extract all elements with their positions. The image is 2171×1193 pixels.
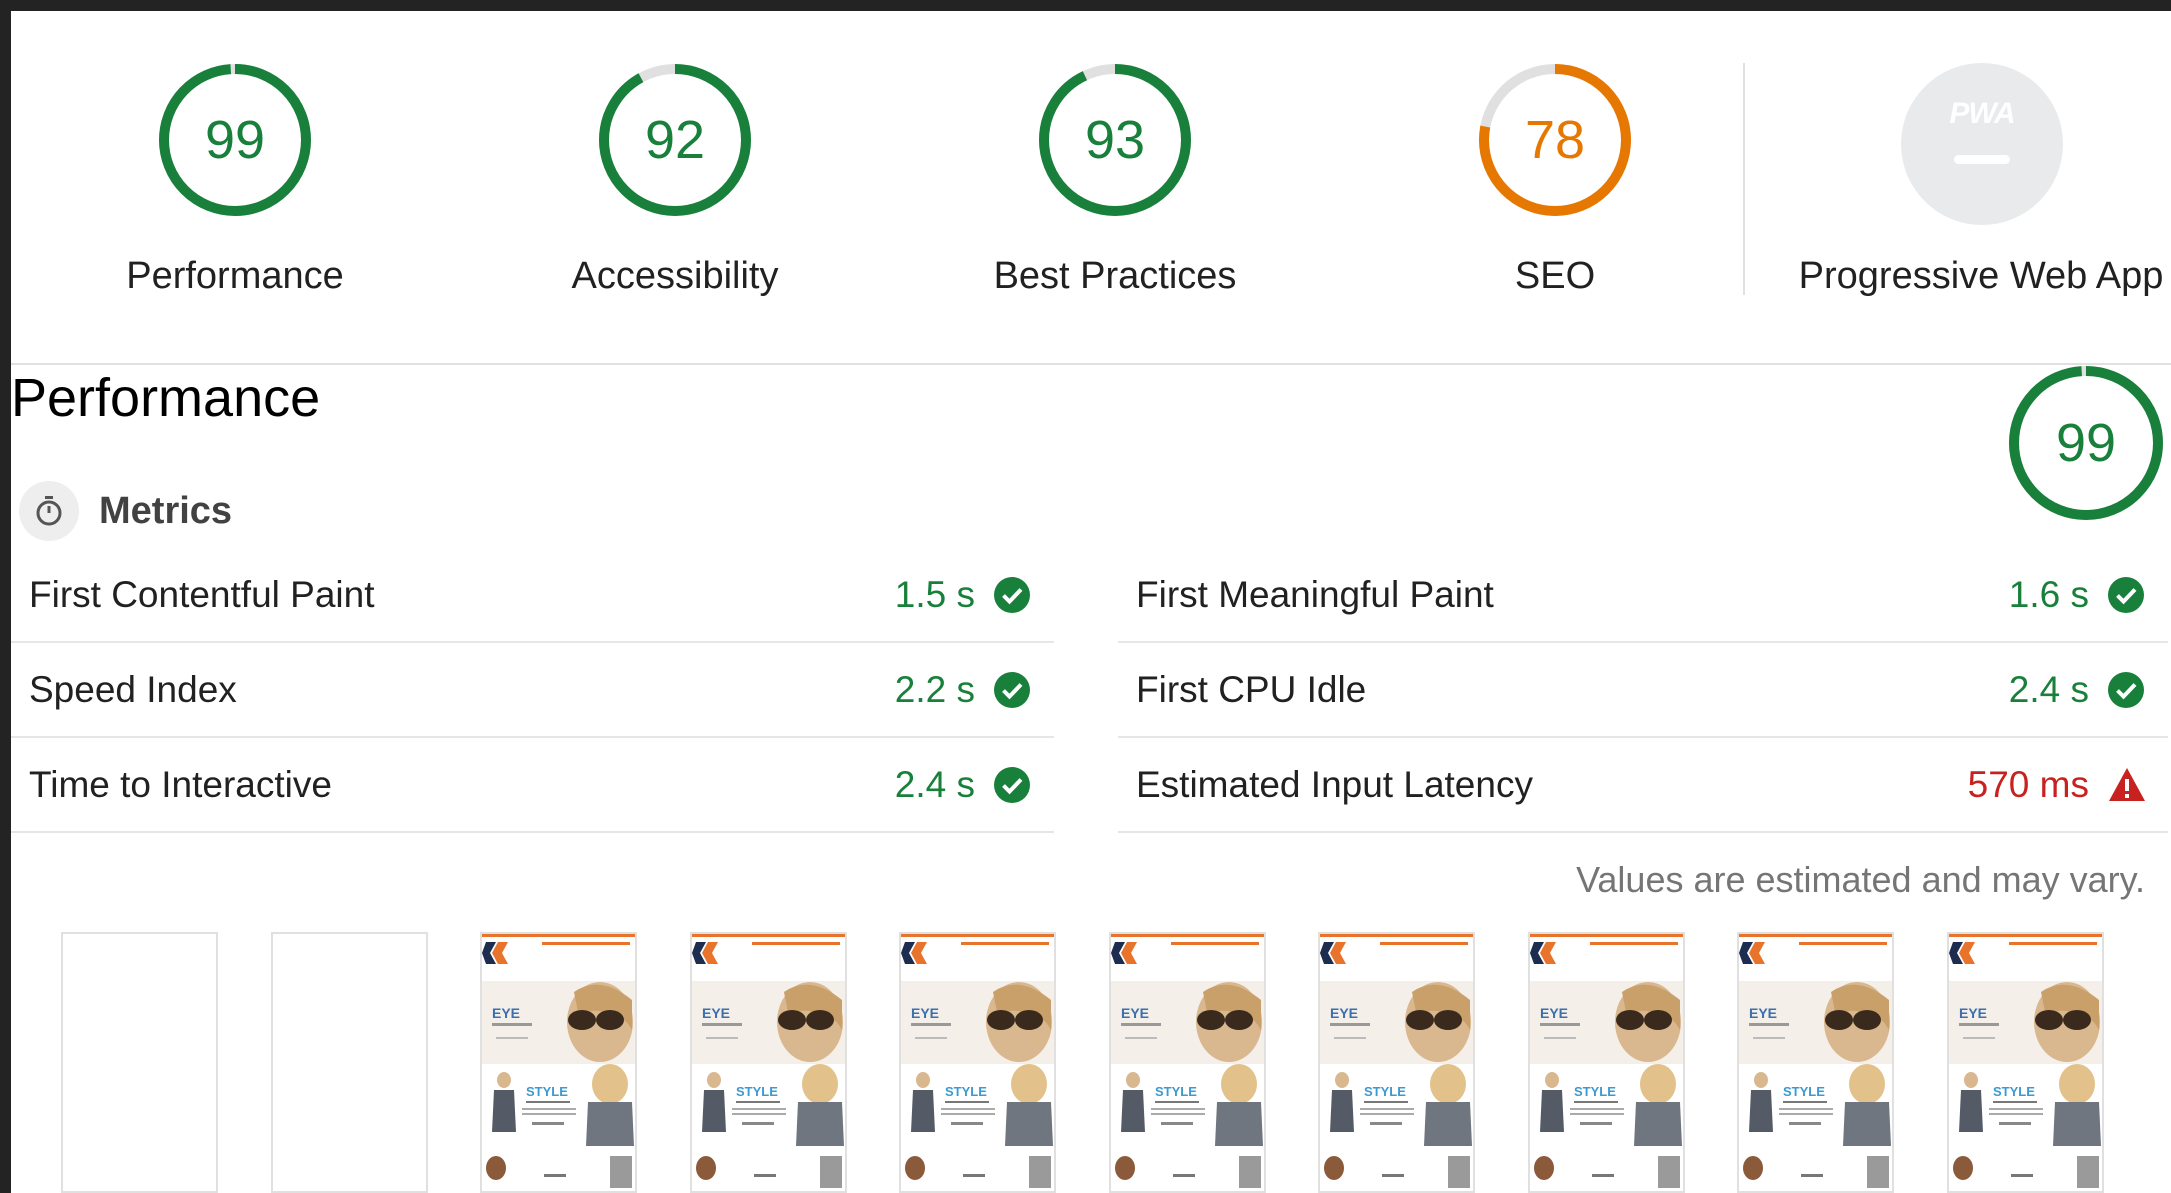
metric-label: Time to Interactive [29,764,332,805]
metric-time-to-interactive: Time to Interactive 2.4 s [11,738,1054,833]
stopwatch-icon [19,481,79,541]
svg-text:STYLE: STYLE [945,1084,987,1099]
svg-text:STYLE: STYLE [1574,1084,1616,1099]
metric-value: 1.5 s [894,574,975,615]
gauge-ring: 99 [158,63,312,217]
gauge-divider [1743,63,1745,295]
gauge-pwa[interactable]: PWA Progressive Web App [1755,63,2171,303]
filmstrip-frame: EYE STYLE [1737,932,1894,1193]
filmstrip-frame: EYE STYLE [899,932,1056,1193]
metric-value: 1.6 s [2008,574,2089,615]
filmstrip-frame: EYE STYLE [1528,932,1685,1193]
svg-text:STYLE: STYLE [1364,1084,1406,1099]
filmstrip: EYE STYLE EYE STYLE EYE STYLE EYE STYLE EYE STYLE… [61,932,2171,1193]
filmstrip-frame [271,932,428,1193]
filmstrip-frame: EYE STYLE [1109,932,1266,1193]
filmstrip-frame: EYE STYLE [690,932,847,1193]
check-icon [994,767,1030,803]
metric-label: First CPU Idle [1136,669,1367,710]
page-thumbnail: EYE STYLE [1320,934,1473,1188]
metric-label: First Meaningful Paint [1136,574,1494,615]
svg-text:EYE: EYE [1540,1005,1568,1021]
metric-label: Estimated Input Latency [1136,764,1533,805]
page-thumbnail: EYE STYLE [1949,934,2102,1188]
filmstrip-frame: EYE STYLE [1947,932,2104,1193]
svg-text:STYLE: STYLE [1783,1084,1825,1099]
svg-text:STYLE: STYLE [736,1084,778,1099]
gauge-score: 99 [2055,413,2117,473]
gauge-score: 99 [204,110,266,170]
section-title: Performance [11,368,321,428]
filmstrip-frame: EYE STYLE [1318,932,1475,1193]
gauge-ring: 93 [1038,63,1192,217]
svg-text:EYE: EYE [1330,1005,1358,1021]
svg-text:EYE: EYE [702,1005,730,1021]
warning-icon [2108,767,2145,803]
metric-estimated-input-latency: Estimated Input Latency 570 ms [1118,738,2168,833]
section-divider [11,363,2171,365]
svg-text:STYLE: STYLE [526,1084,568,1099]
metrics-title: Metrics [99,489,233,532]
svg-text:EYE: EYE [492,1005,520,1021]
gauge-performance[interactable]: 99 Performance [15,63,455,303]
metric-value: 2.2 s [894,669,975,710]
page-thumbnail: EYE STYLE [1530,934,1683,1188]
lighthouse-report: 99 Performance 92 Accessibility 93 Best … [11,11,2171,1193]
svg-text:STYLE: STYLE [1155,1084,1197,1099]
gauge-label: Best Practices [993,255,1237,297]
page-thumbnail: EYE STYLE [1111,934,1264,1188]
svg-text:EYE: EYE [1749,1005,1777,1021]
metric-label: Speed Index [29,669,237,710]
gauge-label: SEO [1514,255,1596,297]
svg-text:EYE: EYE [911,1005,939,1021]
gauge-accessibility[interactable]: 92 Accessibility [455,63,895,303]
check-icon [994,672,1030,708]
gauge-score: 78 [1524,110,1586,170]
svg-text:EYE: EYE [1959,1005,1987,1021]
gauge-score: 93 [1084,110,1146,170]
gauge-seo[interactable]: 78 SEO [1335,63,1775,303]
pwa-dash [1954,155,2010,164]
filmstrip-frame [61,932,218,1193]
metric-label: First Contentful Paint [29,574,375,615]
metric-first-contentful-paint: First Contentful Paint 1.5 s [11,548,1054,643]
pwa-badge-icon: PWA [1901,63,2063,225]
metrics-disclaimer: Values are estimated and may vary. [1576,859,2145,900]
metric-first-meaningful-paint: First Meaningful Paint 1.6 s [1118,548,2168,643]
metric-value: 570 ms [1967,764,2089,805]
gauge-ring: 78 [1478,63,1632,217]
filmstrip-frame: EYE STYLE [480,932,637,1193]
page-thumbnail: EYE STYLE [692,934,845,1188]
gauge-ring: 92 [598,63,752,217]
performance-score-gauge[interactable]: 99 [2008,365,2164,521]
check-icon [2108,672,2144,708]
page-thumbnail: EYE STYLE [482,934,635,1188]
svg-text:EYE: EYE [1121,1005,1149,1021]
metric-value: 2.4 s [894,764,975,805]
gauge-label: Performance [126,255,344,297]
check-icon [994,577,1030,613]
gauge-label: Accessibility [571,255,779,297]
check-icon [2108,577,2144,613]
gauge-score: 92 [644,110,706,170]
svg-text:STYLE: STYLE [1993,1084,2035,1099]
metrics-header: Metrics [19,481,232,541]
metric-value: 2.4 s [2008,669,2089,710]
page-thumbnail: EYE STYLE [1739,934,1892,1188]
metric-first-cpu-idle: First CPU Idle 2.4 s [1118,643,2168,738]
metric-speed-index: Speed Index 2.2 s [11,643,1054,738]
page-thumbnail: EYE STYLE [901,934,1054,1188]
gauge-best-practices[interactable]: 93 Best Practices [895,63,1335,303]
gauge-label: Progressive Web App [1798,255,2164,297]
pwa-badge-text: PWA [1949,97,2015,130]
